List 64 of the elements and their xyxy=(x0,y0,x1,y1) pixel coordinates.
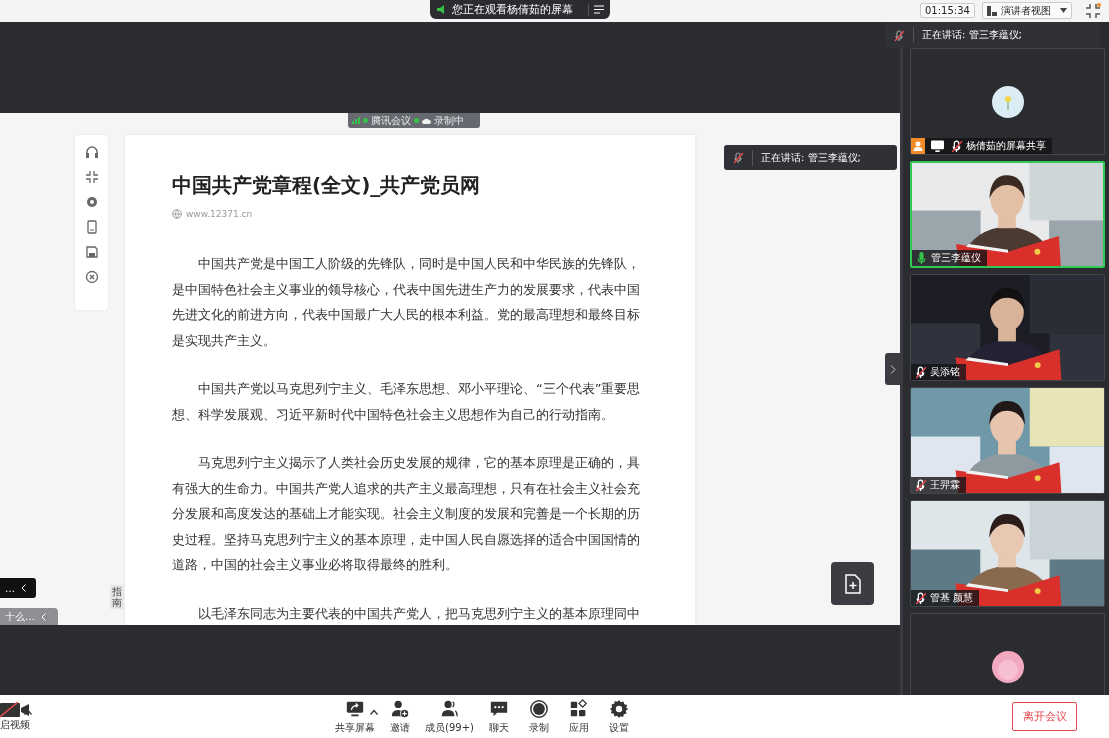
save-icon[interactable] xyxy=(84,245,99,259)
avatar xyxy=(991,650,1024,683)
signal-icon xyxy=(352,117,360,124)
settings-icon xyxy=(608,698,629,719)
apps-icon xyxy=(568,698,589,719)
toolbar-button[interactable]: 成员(99+) xyxy=(422,698,477,735)
leave-meeting-button[interactable]: 离开会议 xyxy=(1012,702,1077,731)
record-icon xyxy=(528,698,549,719)
people-icon xyxy=(439,698,460,719)
fullscreen-exit-icon[interactable] xyxy=(1084,3,1101,19)
toolbar-button[interactable]: 共享屏幕 xyxy=(332,698,378,735)
name-label: 王羿霖 xyxy=(911,477,966,493)
name-label: 吴添铭 xyxy=(911,364,966,380)
chevron-right-icon xyxy=(889,364,896,374)
add-person-icon xyxy=(390,698,410,719)
name-label: 管三李蕴仪 xyxy=(912,250,987,266)
banner-text: 您正在观看杨倩茹的屏幕 xyxy=(452,2,573,17)
guide-tab[interactable]: 指南 xyxy=(110,585,124,609)
chevron-left-icon xyxy=(41,612,46,621)
file-plus-icon xyxy=(843,573,862,594)
add-page-button[interactable] xyxy=(831,562,874,605)
camera-off-icon xyxy=(0,701,30,718)
view-mode-dropdown[interactable]: 演讲者视图 xyxy=(981,2,1072,19)
close-icon[interactable] xyxy=(84,270,99,284)
mic-off-icon xyxy=(893,28,905,42)
dropdown-caret-icon xyxy=(1059,8,1067,13)
caret-up-icon[interactable] xyxy=(370,708,378,715)
video-button[interactable]: 启视频 xyxy=(0,701,30,732)
avatar xyxy=(991,85,1024,118)
toolbar-button[interactable]: 邀请 xyxy=(382,698,418,735)
status-dot-icon xyxy=(414,118,419,123)
toolbar-button[interactable]: 应用 xyxy=(560,698,597,735)
cloud-icon xyxy=(422,117,431,124)
name-label: 杨倩茹的屏幕共享 xyxy=(911,138,1052,154)
chevron-left-icon xyxy=(21,584,26,592)
side-tab[interactable]: … xyxy=(0,578,36,598)
tablet-icon[interactable] xyxy=(84,220,99,234)
screen-share-icon xyxy=(931,139,944,153)
paragraph: 中国共产党以马克思列宁主义、毛泽东思想、邓小平理论、“三个代表”重要思想、科学发展观、习近平新时代中国特色社会主义思想作为自己的行动指南。 xyxy=(172,380,642,424)
collapse-button[interactable] xyxy=(885,353,900,385)
recording-status: 录制中 xyxy=(434,113,464,128)
document-title: 中国共产党章程(全文)_共产党员网 xyxy=(172,173,482,197)
speaking-text: 正在讲话: 管三李蕴仪; xyxy=(761,150,861,165)
settings-icon[interactable] xyxy=(84,195,99,209)
menu-icon[interactable] xyxy=(594,5,604,14)
toolbar-button[interactable]: 聊天 xyxy=(480,698,517,735)
toolbar-button[interactable]: 设置 xyxy=(600,698,637,735)
paragraph: 中国共产党是中国工人阶级的先锋队，同时是中国人民和中华民族的先锋队，是中国特色社会主义事业的领导核心，代表中国先进生产力的发展要求，代表中国先进文化的前进方向，代表中国最广大人民的根本利益。党的最高理想和最终目标是实现共产主义。 xyxy=(172,255,641,350)
mic-off-icon xyxy=(732,151,744,164)
name-label: 管基 颜慧 xyxy=(911,590,980,606)
speaker-icon xyxy=(436,4,447,15)
meeting-timer: 01:15:34 xyxy=(920,3,975,18)
globe-icon xyxy=(172,209,182,219)
toolbar-button[interactable]: 录制 xyxy=(520,698,557,735)
caret-up-icon[interactable] xyxy=(24,708,32,715)
shrink-icon[interactable] xyxy=(84,170,99,184)
status-dot-icon xyxy=(363,118,368,123)
headphones-icon[interactable] xyxy=(84,145,99,159)
paragraph: 以毛泽东同志为主要代表的中国共产党人，把马克思列宁主义的基本原理同中 xyxy=(197,604,641,623)
paragraph: 马克思列宁主义揭示了人类社会历史发展的规律，它的基本原理是正确的，具有强大的生命力。中国共产党人追求的共产主义最高理想，只有在社会主义社会充分发展和高度发达的基础上才能实现。社会主义制度的发展和完善是一个长期的历史过程。坚持马克思列宁主义的基本原理，走中国人民自愿选择的适合中国国情的道路，中国的社会主义事业必将取得最终的胜利。 xyxy=(172,454,641,574)
layout-icon xyxy=(986,5,997,16)
app-name: 腾讯会议 xyxy=(371,113,411,128)
source-url: www.12371.cn xyxy=(186,209,253,219)
speaking-text: 正在讲话: 管三李蕴仪; xyxy=(922,28,1022,42)
